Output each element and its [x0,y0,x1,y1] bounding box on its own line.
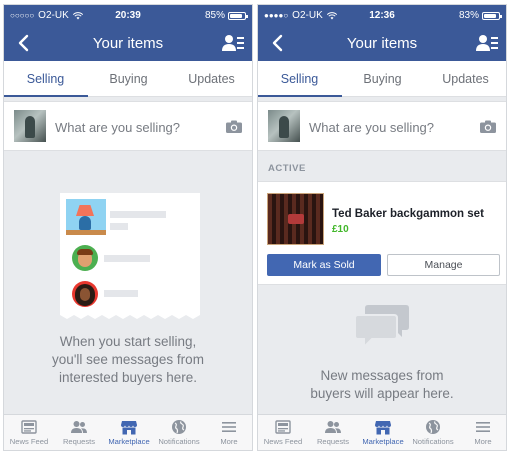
tab-selling[interactable]: Selling [258,61,341,97]
marketplace-icon [375,421,391,435]
bottom-tab-news-feed[interactable]: News Feed [258,415,308,450]
bottom-tab-more[interactable]: More [204,415,252,450]
status-bar: ○○○○○ O2-UK 20:39 85% [4,5,252,25]
profile-settings-icon[interactable] [476,33,498,53]
bottom-tab-requests[interactable]: Requests [308,415,358,450]
battery-percent: 85% [204,10,225,21]
empty-state-line: buyers will appear here. [310,386,454,401]
listing-card[interactable]: Ted Baker backgammon set £10 Mark as Sol… [258,181,506,285]
bottom-tab-label: More [220,437,238,446]
bottom-tab-requests[interactable]: Requests [54,415,104,450]
bottom-tab-notifications[interactable]: Notifications [408,415,458,450]
tab-updates[interactable]: Updates [170,61,252,97]
active-tab-indicator [258,95,342,97]
status-bar: ●●●●○ O2-UK 12:36 83% [258,5,506,25]
navigation-bar: Your items [258,25,506,61]
phone-screen-empty: ○○○○○ O2-UK 20:39 85% Your items Selling… [3,4,253,451]
listing-price: £10 [332,224,349,235]
selling-tabs: Selling Buying Updates [258,61,506,97]
manage-button[interactable]: Manage [387,254,500,276]
camera-icon[interactable] [480,120,496,133]
placeholder-line [104,255,150,262]
chat-bubbles-icon [354,305,409,350]
user-avatar [268,110,300,142]
camera-icon[interactable] [226,120,242,133]
empty-state-line: When you start selling, [59,334,197,349]
empty-state-message: New messages from buyers will appear her… [258,367,506,403]
phone-screen-active-listing: ●●●●○ O2-UK 12:36 83% Your items Selling… [257,4,507,451]
bottom-tab-label: More [474,437,492,446]
buyer-avatar [72,245,98,271]
tab-updates[interactable]: Updates [424,61,506,97]
tab-selling[interactable]: Selling [4,61,87,97]
page-title: Your items [346,35,418,52]
selling-tabs: Selling Buying Updates [4,61,252,97]
active-tab-indicator [4,95,88,97]
receipt-edge [60,311,200,319]
empty-state-message: When you start selling, you'll see messa… [4,333,252,387]
empty-state-line: interested buyers here. [58,370,198,385]
marketplace-icon [121,421,137,435]
battery-status: 83% [458,10,502,21]
requests-icon [71,421,87,433]
sell-composer[interactable]: What are you selling? [4,101,252,151]
news-feed-icon [275,420,291,434]
battery-percent: 83% [458,10,479,21]
tab-buying[interactable]: Buying [87,61,170,97]
empty-state-line: New messages from [320,368,444,383]
globe-icon [426,420,440,434]
placeholder-line [104,290,138,297]
sell-input-placeholder[interactable]: What are you selling? [309,120,434,135]
menu-icon [476,422,490,432]
lamp-listing-image [66,199,106,235]
section-header-active: ACTIVE [268,163,306,174]
listing-photo[interactable] [267,193,324,245]
listing-title[interactable]: Ted Baker backgammon set [332,208,484,220]
tab-buying[interactable]: Buying [341,61,424,97]
bottom-tab-more[interactable]: More [458,415,506,450]
bottom-tab-bar: News Feed Requests Marketplace Notificat… [258,414,506,450]
battery-status: 85% [204,10,248,21]
sell-composer[interactable]: What are you selling? [258,101,506,151]
placeholder-line [110,223,128,230]
bottom-tab-marketplace[interactable]: Marketplace [358,415,408,450]
bottom-tab-bar: News Feed Requests Marketplace Notificat… [4,414,252,450]
empty-state-line: you'll see messages from [52,352,204,367]
battery-icon [482,11,502,20]
navigation-bar: Your items [4,25,252,61]
buyer-avatar [72,281,98,307]
bottom-tab-marketplace[interactable]: Marketplace [104,415,154,450]
placeholder-line [110,211,166,218]
empty-state-illustration [60,193,200,313]
battery-icon [228,11,248,20]
profile-settings-icon[interactable] [222,33,244,53]
bottom-tab-notifications[interactable]: Notifications [154,415,204,450]
globe-icon [172,420,186,434]
mark-as-sold-button[interactable]: Mark as Sold [267,254,381,276]
sell-input-placeholder[interactable]: What are you selling? [55,120,180,135]
requests-icon [325,421,341,433]
page-title: Your items [92,35,164,52]
menu-icon [222,422,236,432]
bottom-tab-news-feed[interactable]: News Feed [4,415,54,450]
user-avatar [14,110,46,142]
news-feed-icon [21,420,37,434]
